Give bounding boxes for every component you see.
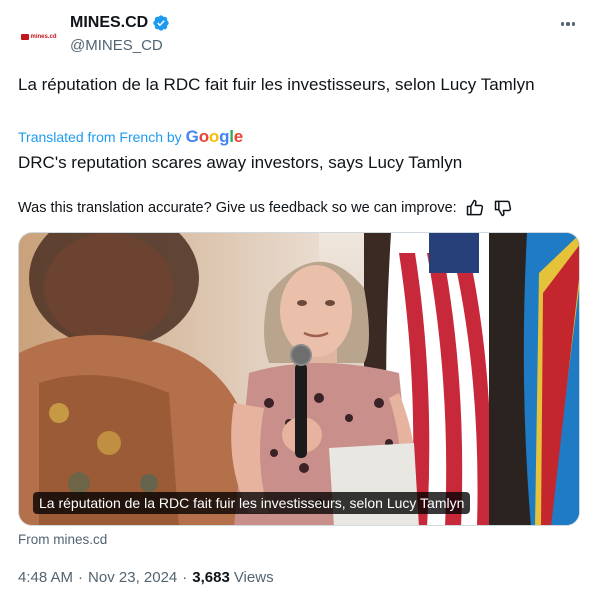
- translated-from-label[interactable]: Translated from French by: [18, 129, 182, 145]
- media-photo: [19, 233, 579, 525]
- views-count: 3,683: [192, 569, 230, 586]
- mines-cd-logo: mines.cd: [21, 34, 57, 40]
- separator-dot: ·: [78, 569, 84, 586]
- tweet-original-text: La réputation de la RDC fait fuir les in…: [18, 75, 535, 94]
- logo-mark-icon: [21, 34, 30, 40]
- translation-feedback: Was this translation accurate? Give us f…: [18, 198, 513, 218]
- tweet-translated-text: DRC's reputation scares away investors, …: [18, 153, 463, 172]
- feedback-prompt: Was this translation accurate? Give us f…: [18, 200, 457, 216]
- author-name-row: MINES.CD: [70, 14, 170, 32]
- tweet-date[interactable]: Nov 23, 2024: [88, 569, 177, 586]
- tweet-metadata: 4:48 AM · Nov 23, 2024 · 3,683 Views: [18, 569, 274, 586]
- more-options-icon[interactable]: [556, 14, 580, 34]
- avatar[interactable]: mines.cd: [18, 16, 60, 58]
- tweet-header: mines.cd MINES.CD @MINES_CD: [18, 10, 580, 60]
- author-display-name[interactable]: MINES.CD: [70, 14, 148, 32]
- views-label: Views: [233, 569, 274, 586]
- separator-dot: ·: [182, 569, 188, 586]
- author-handle[interactable]: @MINES_CD: [70, 37, 163, 54]
- translation-attribution[interactable]: Translated from French by Google: [18, 127, 243, 147]
- media-source-link[interactable]: From mines.cd: [18, 532, 107, 547]
- media-caption: La réputation de la RDC fait fuir les in…: [33, 492, 471, 514]
- thumbs-down-icon[interactable]: [493, 198, 513, 218]
- verified-badge-icon: [153, 15, 169, 31]
- google-logo: Google: [185, 127, 244, 146]
- thumbs-up-icon[interactable]: [465, 198, 485, 218]
- tweet-media-card[interactable]: La réputation de la RDC fait fuir les in…: [18, 232, 580, 526]
- tweet-time[interactable]: 4:48 AM: [18, 569, 73, 586]
- avatar-logo-text: mines.cd: [30, 34, 57, 40]
